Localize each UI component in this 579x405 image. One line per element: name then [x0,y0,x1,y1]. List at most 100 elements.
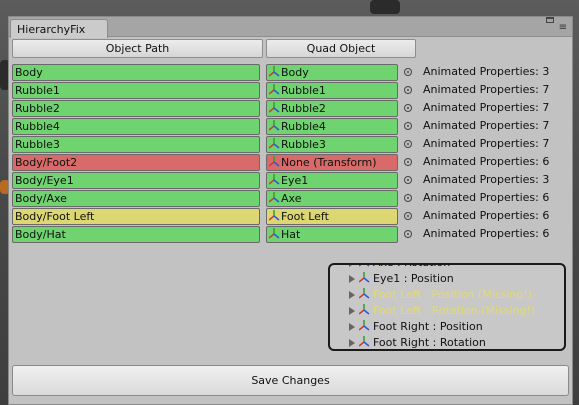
property-label: Foot Left : Position (Missing!) [373,288,532,301]
quad-object-field[interactable]: Axe [266,190,398,207]
quad-object-label: Axe [281,192,302,205]
expand-arrow-icon[interactable] [349,339,355,347]
quad-object-label: Hat [281,228,301,241]
quad-object-label: Rubble1 [281,84,326,97]
expand-arrow-icon[interactable] [349,265,355,267]
animated-properties-count: Animated Properties: 7 [423,83,550,96]
quad-object-field[interactable]: None (Transform) [266,154,398,171]
object-path-field[interactable]: Body [12,64,260,81]
transform-axes-icon [268,228,280,239]
transform-axes-icon [358,336,370,347]
animated-properties-count: Animated Properties: 7 [423,101,550,114]
window-controls: ≡ [544,17,568,37]
menu-icon[interactable]: ≡ [559,23,567,33]
table-row: Body/Axe Axe Animated Properties: 6 [12,190,572,208]
table-row: Rubble1 Rubble1 Animated Properties: 7 [12,82,572,100]
popup-list-item[interactable]: Foot Left : Rotation (Missing!) [330,303,564,319]
quad-object-label: Body [281,66,309,79]
tab-hierarchyfix[interactable]: HierarchyFix [10,19,108,38]
quad-object-field[interactable]: Foot Left [266,208,398,225]
object-picker-icon[interactable] [404,140,412,148]
object-path-header[interactable]: Object Path [12,39,263,58]
object-path-field[interactable]: Rubble1 [12,82,260,99]
object-path-field[interactable]: Rubble2 [12,100,260,117]
transform-axes-icon [268,66,280,77]
transform-axes-icon [268,192,280,203]
transform-axes-icon [268,84,280,95]
maximize-icon[interactable] [546,17,554,23]
property-label: Axe : Rotation [373,265,450,269]
transform-axes-icon [268,138,280,149]
object-path-field[interactable]: Body/Hat [12,226,260,243]
animated-properties-count: Animated Properties: 3 [423,65,550,78]
animated-properties-count: Animated Properties: 6 [423,209,550,222]
object-picker-icon[interactable] [404,122,412,130]
quad-object-header[interactable]: Quad Object [266,39,416,58]
object-picker-icon[interactable] [404,212,412,220]
quad-object-label: Rubble2 [281,102,326,115]
transform-axes-icon [358,272,370,283]
transform-axes-icon [358,304,370,315]
popup-list-item[interactable]: Eye1 : Position [330,271,564,287]
transform-axes-icon [268,210,280,221]
quad-object-label: Foot Left [281,210,329,223]
object-picker-icon[interactable] [404,158,412,166]
object-picker-icon[interactable] [404,194,412,202]
property-label: Eye1 : Position [373,272,454,285]
quad-object-field[interactable]: Rubble3 [266,136,398,153]
animated-properties-count: Animated Properties: 6 [423,155,550,168]
popup-list-item[interactable]: Foot Left : Position (Missing!) [330,287,564,303]
animated-properties-count: Animated Properties: 6 [423,191,550,204]
object-path-field[interactable]: Rubble3 [12,136,260,153]
object-path-field[interactable]: Rubble4 [12,118,260,135]
transform-axes-icon [358,320,370,331]
transform-axes-icon [268,120,280,131]
property-label: Foot Right : Rotation [373,336,486,349]
popup-list-item[interactable]: Foot Right : Rotation [330,335,564,349]
object-path-field[interactable]: Body/Foot2 [12,154,260,171]
quad-object-field[interactable]: Rubble1 [266,82,398,99]
quad-object-field[interactable]: Eye1 [266,172,398,189]
hierarchyfix-window: HierarchyFix ≡ Object Path Quad Object B… [8,16,573,405]
animated-properties-count: Animated Properties: 3 [423,173,550,186]
quad-object-field[interactable]: Body [266,64,398,81]
popup-list-item[interactable]: Foot Right : Position [330,319,564,335]
quad-object-field[interactable]: Rubble4 [266,118,398,135]
animated-properties-count: Animated Properties: 6 [423,227,550,240]
expand-arrow-icon[interactable] [349,323,355,331]
animated-properties-count: Animated Properties: 7 [423,137,550,150]
object-picker-icon[interactable] [404,104,412,112]
property-label: Foot Left : Rotation (Missing!) [373,304,536,317]
object-path-field[interactable]: Body/Axe [12,190,260,207]
table-row: Body Body Animated Properties: 3 [12,64,572,82]
quad-object-label: Rubble4 [281,120,326,133]
tab-strip: HierarchyFix ≡ [9,17,572,38]
object-path-field[interactable]: Body/Foot Left [12,208,260,225]
transform-axes-icon [268,102,280,113]
table-row: Body/Foot Left Foot Left Animated Properti… [12,208,572,226]
save-changes-button[interactable]: Save Changes [12,365,569,396]
object-picker-icon[interactable] [404,86,412,94]
table-row: Body/Eye1 Eye1 Animated Properties: 3 [12,172,572,190]
object-picker-icon[interactable] [404,68,412,76]
object-path-field[interactable]: Body/Eye1 [12,172,260,189]
transform-axes-icon [358,265,370,267]
animated-properties-popup[interactable]: Axe : Rotation Eye1 : Position Foot Left :… [328,263,566,351]
popup-list: Axe : Rotation Eye1 : Position Foot Left :… [330,265,564,349]
quad-object-field[interactable]: Rubble2 [266,100,398,117]
object-picker-icon[interactable] [404,230,412,238]
expand-arrow-icon[interactable] [349,291,355,299]
quad-object-field[interactable]: Hat [266,226,398,243]
expand-arrow-icon[interactable] [349,307,355,315]
property-label: Foot Right : Position [373,320,483,333]
transform-axes-icon [268,174,280,185]
popup-list-item[interactable]: Axe : Rotation [330,265,564,271]
table-row: Body/Hat Hat Animated Properties: 6 [12,226,572,244]
object-picker-icon[interactable] [404,176,412,184]
transform-axes-icon [268,156,280,167]
animated-properties-count: Animated Properties: 7 [423,119,550,132]
quad-object-label: Eye1 [281,174,309,187]
table-row: Rubble4 Rubble4 Animated Properties: 7 [12,118,572,136]
expand-arrow-icon[interactable] [349,275,355,283]
table-row: Body/Foot2 None (Transform) Animated Prope… [12,154,572,172]
